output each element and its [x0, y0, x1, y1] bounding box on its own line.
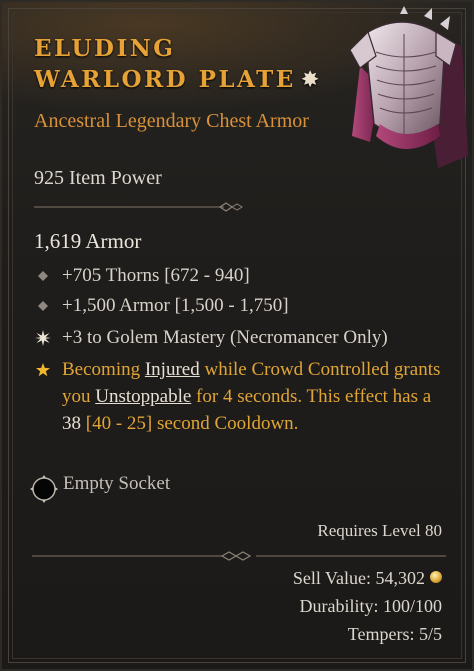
- sell-value: Sell Value: 54,302: [293, 568, 442, 589]
- item-type: Ancestral Legendary Chest Armor: [34, 110, 309, 132]
- gold-coin-icon: [430, 571, 442, 583]
- item-tooltip: Eluding Warlord Plate ✸ Ancestral Legenda…: [0, 0, 474, 671]
- socket-icon: [30, 475, 58, 503]
- divider-top: [34, 202, 243, 212]
- diamond-bullet-icon: [32, 271, 54, 281]
- item-title: Eluding Warlord Plate ✸: [34, 35, 322, 93]
- level-requirement: Requires Level 80: [317, 521, 442, 540]
- legendary-aspect-text: Becoming Injured while Crowd Controlled …: [62, 359, 441, 434]
- affix-golem-mastery: +3 to Golem Mastery (Necromancer Only): [32, 325, 388, 351]
- keyword-unstoppable[interactable]: Unstoppable: [95, 386, 191, 407]
- burst-bullet-icon: [32, 330, 54, 346]
- diamond-bullet-icon: [32, 301, 54, 311]
- chest-armor-icon: [349, 6, 468, 168]
- item-power: 925 Item Power: [34, 167, 162, 189]
- durability: Durability: 100/100: [299, 596, 443, 616]
- aspect-roll-value: 38: [62, 413, 81, 434]
- affix-armor: +1,500 Armor [1,500 - 1,750]: [32, 293, 289, 319]
- base-armor: 1,619 Armor: [34, 229, 142, 253]
- empty-socket-label: Empty Socket: [63, 473, 171, 494]
- affix-thorns: +705 Thorns [672 - 940]: [32, 263, 250, 289]
- keyword-injured[interactable]: Injured: [145, 359, 200, 380]
- legendary-star-icon: [36, 363, 50, 377]
- divider-bottom: [32, 551, 446, 561]
- tempers: Tempers: 5/5: [347, 624, 442, 644]
- unique-star-icon: ✸: [301, 67, 322, 91]
